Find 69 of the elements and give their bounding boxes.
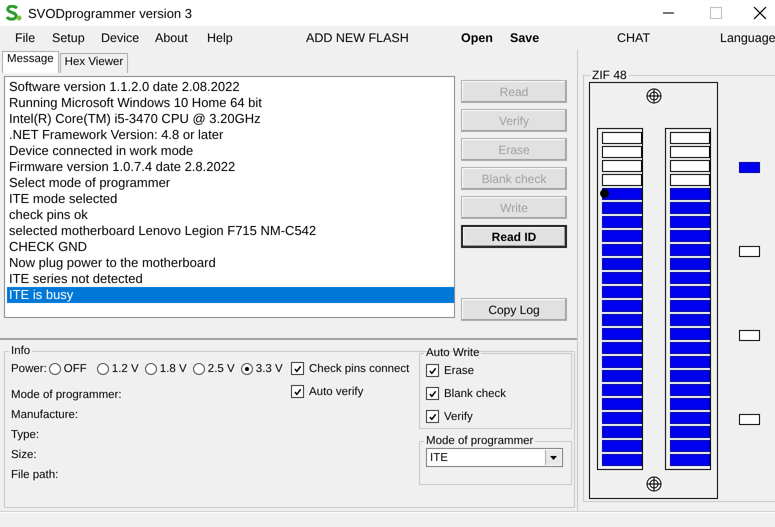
menu-item[interactable]: Open [461,31,493,45]
field-label: Mode of programmer: [11,388,123,403]
menu-item[interactable]: File [15,31,36,45]
field-label: Manufacture: [11,408,80,423]
check-icon [292,386,302,396]
menu-item[interactable]: ADD NEW FLASH [306,31,409,45]
power-label: Power: [11,363,47,375]
menu-item[interactable]: Save [510,31,540,45]
copy-log-button[interactable]: Copy Log [461,298,567,321]
check-icon [428,366,438,376]
checkbox[interactable] [426,410,439,423]
crosshair-icon [646,88,662,104]
log-line[interactable]: Intel(R) Core(TM) i5-3470 CPU @ 3.20GHz [7,111,454,127]
window-title: SVODprogrammer version 3 [28,6,192,20]
checkbox-label[interactable]: Blank check [444,388,506,400]
radio-label[interactable]: 3.3 V [256,363,283,375]
log-line[interactable]: Firmware version 1.0.7.4 date 2.8.2022 [7,159,454,175]
radio-button[interactable] [240,363,253,375]
checkbox-label[interactable]: Auto verify [309,386,364,398]
checkbox-label[interactable]: Check pins connect [309,362,410,374]
check-icon [428,388,438,398]
log-line[interactable]: check pins ok [7,207,454,223]
log-line[interactable]: .NET Framework Version: 4.8 or later [7,127,454,143]
tab[interactable]: Message [2,51,59,73]
menu-item[interactable]: Help [207,31,233,45]
radio-label[interactable]: 1.2 V [112,363,139,375]
radio-label[interactable]: OFF [64,363,87,375]
group-title: Info [10,345,32,357]
log-line[interactable]: selected motherboard Lenovo Legion F715 NM-C542 [7,223,454,239]
checkbox[interactable] [291,362,304,375]
log-line[interactable]: Now plug power to the motherboard [7,255,454,271]
checkbox[interactable] [426,387,439,400]
menu-item[interactable]: CHAT [617,31,650,45]
checkbox-label[interactable]: Verify [444,410,473,422]
radio-label[interactable]: 1.8 V [160,363,187,375]
radio-button[interactable] [96,363,109,375]
check-icon [428,412,438,422]
close-icon[interactable] [753,6,767,20]
log-line[interactable]: CHECK GND [7,239,454,255]
app-logo-icon [4,5,22,21]
log-line[interactable]: ITE series not detected [7,271,454,287]
checkbox-label[interactable]: Erase [444,364,474,376]
field-label: File path: [11,468,60,483]
menu-item[interactable]: Setup [52,31,85,45]
log-line[interactable]: ITE mode selected [7,191,454,207]
radio-button[interactable] [144,363,157,375]
menu-item[interactable]: About [155,31,188,45]
menu-item[interactable]: Language [720,31,775,45]
radio-label[interactable]: 2.5 V [208,363,235,375]
field-label: Type: [11,428,40,443]
radio-button[interactable] [48,363,61,375]
group-title: Auto Write [425,347,480,359]
field-label: Size: [11,448,38,463]
group-title: Mode of programmer [425,435,534,447]
mode-dropdown[interactable]: ITE [426,448,563,467]
crosshair-icon [646,476,662,492]
dropdown-arrow-icon [550,456,557,460]
radio-button[interactable] [192,363,205,375]
group-title: ZIF 48 [591,68,628,82]
menu-item[interactable]: Device [101,31,140,45]
log-line[interactable]: Software version 1.1.2.0 date 2.08.2022 [7,79,454,95]
log-line[interactable]: Select mode of programmer [7,175,454,191]
log-line[interactable]: Running Microsoft Windows 10 Home 64 bit [7,95,454,111]
check-icon [292,364,302,374]
checkbox[interactable] [291,385,304,398]
action-button[interactable]: Read ID [461,225,567,248]
checkbox[interactable] [426,364,439,377]
log-line[interactable]: Device connected in work mode [7,143,454,159]
tab[interactable]: Hex Viewer [60,53,128,73]
